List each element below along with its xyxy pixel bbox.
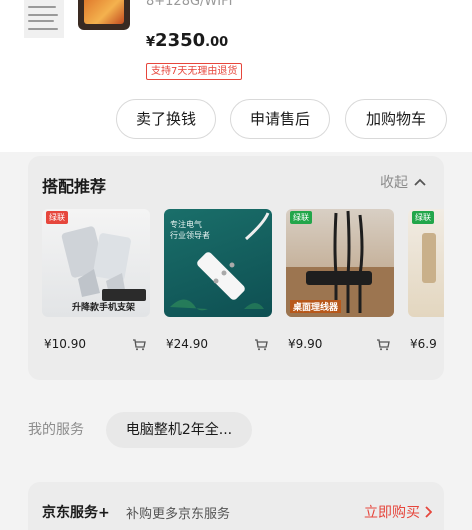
cart-icon[interactable] <box>376 338 390 351</box>
after-sale-button[interactable]: 申请售后 <box>230 99 330 139</box>
item-price: ¥6.9 <box>410 337 437 351</box>
service-chip[interactable]: 电脑整机2年全... <box>106 412 252 448</box>
cart-icon[interactable] <box>132 338 146 351</box>
item-price: ¥9.90 <box>288 337 323 351</box>
collapse-toggle[interactable]: 收起 <box>380 172 426 192</box>
power-strip-image[interactable]: 专注电气 行业领导者 <box>164 209 272 317</box>
recommend-item[interactable]: 绿联 桌面理线器 ¥9.90 <box>286 209 394 351</box>
add-to-cart-button[interactable]: 加购物车 <box>345 99 447 139</box>
return-policy-tag: 支持7天无理由退货 <box>146 63 243 80</box>
product-caption: 桌面理线器 <box>290 300 342 313</box>
chevron-up-icon <box>414 178 426 186</box>
recommend-card: 搭配推荐 收起 绿联 升降款手机支架 ¥10.90 专注电气 行业领导者 ¥24… <box>28 156 444 380</box>
brand-badge: 绿联 <box>412 211 434 224</box>
product-spec: 8+128G/WIFI <box>146 0 233 9</box>
buy-now-link[interactable]: 立即购买 <box>364 502 432 522</box>
recommend-item[interactable]: 专注电气 行业领导者 ¥24.90 <box>164 209 272 351</box>
buy-now-label: 立即购买 <box>364 505 420 521</box>
order-card: 8+128G/WIFI ¥2350.00 支持7天无理由退货 卖了换钱 申请售后… <box>0 0 472 152</box>
price-integer: 2350 <box>155 30 206 51</box>
jd-service-title: 京东服务+ <box>42 505 110 521</box>
item-price: ¥10.90 <box>44 337 86 351</box>
cable-organizer-image[interactable]: 绿联 桌面理线器 <box>286 209 394 317</box>
recommend-item[interactable]: 绿联 升降款手机支架 ¥10.90 <box>42 209 150 351</box>
phone-stand-image[interactable]: 绿联 升降款手机支架 <box>42 209 150 317</box>
cart-icon[interactable] <box>254 338 268 351</box>
chevron-right-icon <box>425 506 432 518</box>
product-caption: 升降款手机支架 <box>72 303 136 313</box>
product-image[interactable]: 绿联 <box>408 209 444 317</box>
brand-badge: 绿联 <box>46 211 68 224</box>
tablet-product-image[interactable] <box>78 0 130 30</box>
recommend-title: 搭配推荐 <box>42 177 107 196</box>
price-currency: ¥ <box>146 35 156 50</box>
recommend-item[interactable]: 绿联 ¥6.9 <box>408 209 444 351</box>
brand-badge: 绿联 <box>290 211 312 224</box>
product-price: ¥2350.00 <box>146 30 228 51</box>
sell-button[interactable]: 卖了换钱 <box>116 99 216 139</box>
my-service-label: 我的服务 <box>28 422 84 438</box>
jd-service-subtitle: 补购更多京东服务 <box>126 507 231 522</box>
collapse-label: 收起 <box>380 175 408 191</box>
product-spec-thumbnail <box>24 0 64 38</box>
jd-service-bar: 京东服务+ 补购更多京东服务 立即购买 <box>28 482 444 530</box>
item-price: ¥24.90 <box>166 337 208 351</box>
price-decimal: .00 <box>205 35 229 50</box>
